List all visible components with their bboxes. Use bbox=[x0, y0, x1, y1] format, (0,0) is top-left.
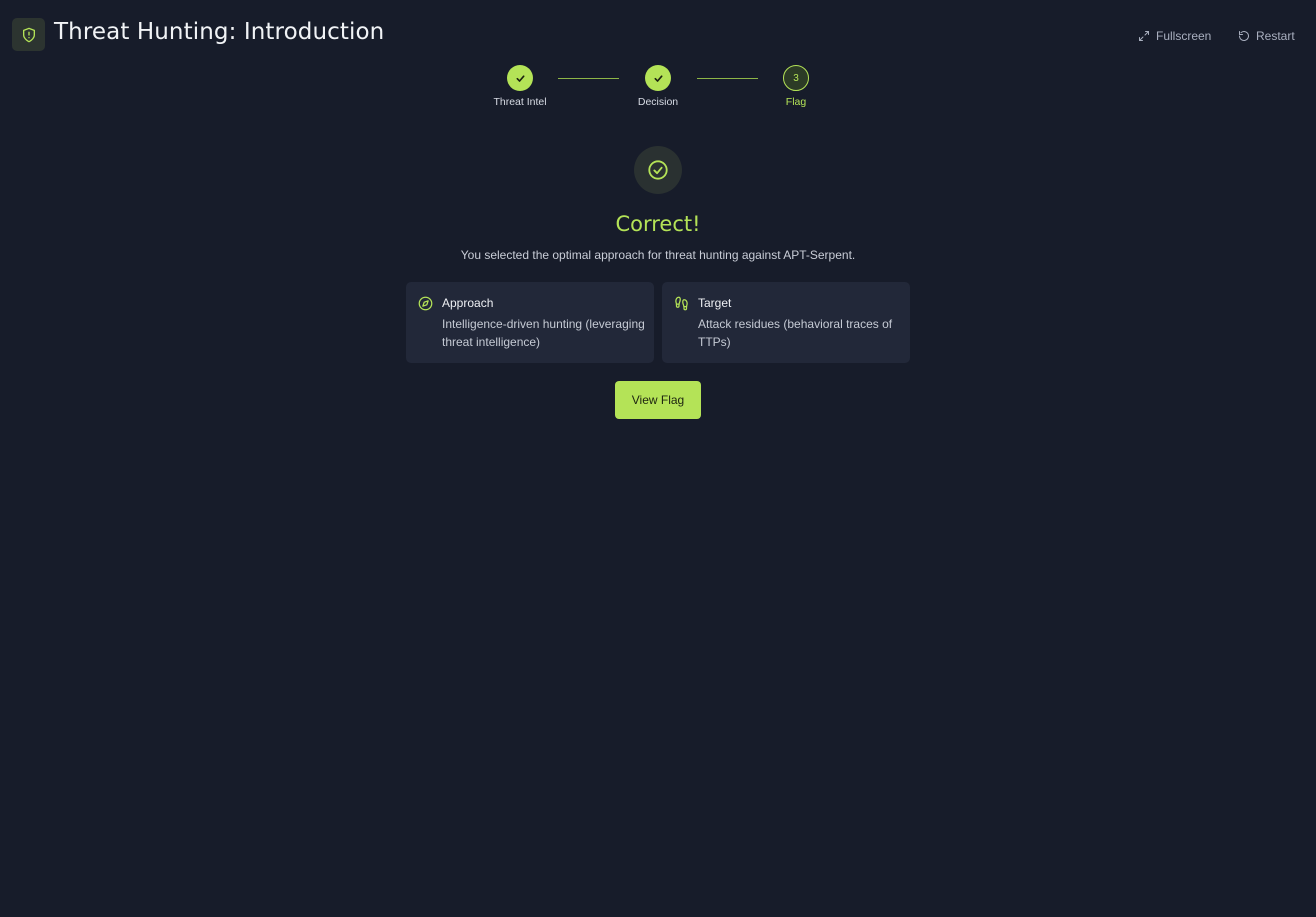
card-value: Attack residues (behavioral traces of TT… bbox=[698, 317, 893, 349]
result-title: Correct! bbox=[615, 212, 701, 236]
card-label: Approach bbox=[442, 296, 494, 310]
restart-label: Restart bbox=[1256, 29, 1295, 43]
header: Threat Hunting: Introduction Fullscreen … bbox=[0, 0, 1316, 70]
footprints-icon bbox=[675, 296, 688, 311]
check-circle-icon bbox=[648, 160, 668, 180]
step-label: Decision bbox=[637, 96, 679, 108]
logo bbox=[12, 18, 45, 51]
step-complete-circle bbox=[507, 65, 533, 91]
card-value: Intelligence-driven hunting (leveraging … bbox=[442, 317, 645, 349]
step-complete-circle bbox=[645, 65, 671, 91]
restart-button[interactable]: Restart bbox=[1238, 28, 1295, 44]
shield-alert-icon bbox=[22, 27, 35, 42]
expand-icon bbox=[1139, 31, 1149, 41]
target-card: Target Attack residues (behavioral trace… bbox=[662, 282, 910, 363]
view-flag-button[interactable]: View Flag bbox=[615, 381, 701, 419]
page-title: Threat Hunting: Introduction bbox=[54, 19, 385, 45]
compass-icon bbox=[418, 296, 433, 311]
step-number-circle: 3 bbox=[783, 65, 809, 91]
step-decision: Decision bbox=[618, 65, 698, 108]
step-connector bbox=[697, 78, 758, 79]
step-label: Flag bbox=[785, 96, 807, 108]
success-badge bbox=[634, 146, 682, 194]
card-label: Target bbox=[698, 296, 732, 310]
step-flag: 3 Flag bbox=[756, 65, 836, 108]
result-subtitle: You selected the optimal approach for th… bbox=[460, 248, 856, 262]
rotate-ccw-icon bbox=[1239, 31, 1249, 41]
step-connector bbox=[558, 78, 619, 79]
check-icon bbox=[653, 74, 663, 82]
step-label: Threat Intel bbox=[493, 96, 547, 108]
fullscreen-button[interactable]: Fullscreen bbox=[1138, 28, 1211, 44]
approach-card: Approach Intelligence-driven hunting (le… bbox=[406, 282, 654, 363]
step-threat-intel: Threat Intel bbox=[480, 65, 560, 108]
fullscreen-label: Fullscreen bbox=[1156, 29, 1212, 43]
check-icon bbox=[515, 74, 525, 82]
